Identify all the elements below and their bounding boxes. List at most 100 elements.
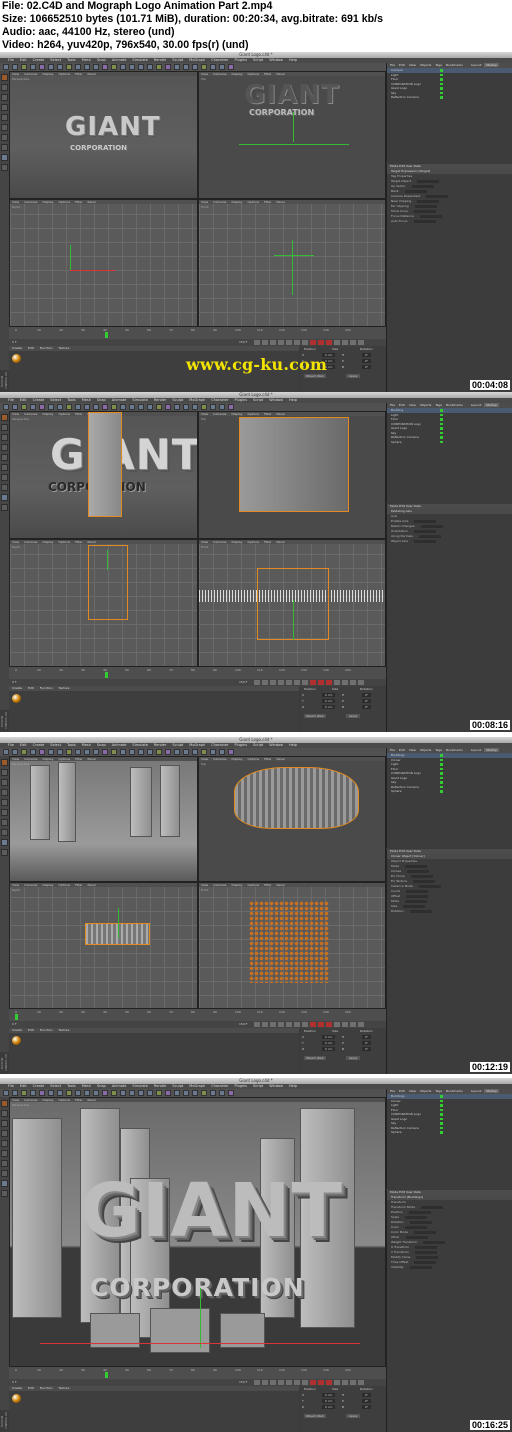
toolbar-tool-icon[interactable]: [57, 1090, 63, 1096]
visibility-check-icon[interactable]: [440, 1122, 443, 1125]
menu-item[interactable]: Plugins: [234, 743, 247, 747]
menu-item[interactable]: Snap: [97, 1084, 106, 1088]
viewport-menu-item[interactable]: Panel: [88, 200, 96, 204]
coord-field[interactable]: 0°: [362, 1405, 372, 1409]
mode-tool-icon[interactable]: [1, 74, 8, 81]
viewport-menu-item[interactable]: Panel: [277, 757, 285, 761]
menu-item[interactable]: Help: [289, 398, 297, 402]
menu-item[interactable]: Tools: [67, 743, 76, 747]
attribute-field[interactable]: [404, 1225, 427, 1229]
visibility-check-icon[interactable]: [440, 1117, 443, 1120]
toolbar-tool-icon[interactable]: [219, 1090, 225, 1096]
viewport-menu-item[interactable]: Display: [42, 1098, 53, 1102]
viewport-menu-item[interactable]: Cameras: [213, 757, 226, 761]
visibility-check-icon[interactable]: [440, 436, 443, 439]
toolbar-tool-icon[interactable]: [66, 64, 72, 70]
visibility-check-icon[interactable]: [440, 69, 443, 72]
object-menu-item[interactable]: View: [409, 1089, 416, 1093]
visibility-check-icon[interactable]: [440, 763, 443, 766]
coord-field[interactable]: 0 cm: [322, 1035, 336, 1039]
timeline-ruler[interactable]: 0 10 20 30 40 50 60 70 80 90 100 110 120 130 140 150: [9, 667, 386, 679]
menu-item[interactable]: Create: [33, 743, 45, 747]
viewport-menu-item[interactable]: View: [201, 757, 208, 761]
toolbar-tool-icon[interactable]: [102, 1090, 108, 1096]
menu-item[interactable]: Sculpt: [172, 58, 183, 62]
viewport-menu-item[interactable]: Display: [231, 540, 242, 544]
toolbar-tool-icon[interactable]: [174, 404, 180, 410]
visibility-check-icon[interactable]: [440, 1104, 443, 1107]
viewport-menu-item[interactable]: Cameras: [213, 540, 226, 544]
toolbar-tool-icon[interactable]: [3, 1090, 9, 1096]
playback-button-icon[interactable]: [286, 1380, 292, 1385]
playback-button-icon[interactable]: [286, 680, 292, 685]
menu-item[interactable]: Select: [50, 743, 61, 747]
toolbar-tool-icon[interactable]: [12, 64, 18, 70]
viewport-menu-item[interactable]: Options: [248, 412, 260, 416]
toolbar-tool-icon[interactable]: [138, 64, 144, 70]
mode-tool-icon[interactable]: [1, 444, 8, 451]
menu-item[interactable]: Mesh: [82, 398, 91, 402]
viewport-menu-item[interactable]: View: [12, 883, 19, 887]
toolbar-tool-icon[interactable]: [12, 749, 18, 755]
material-menu-item[interactable]: Texture: [59, 1386, 70, 1390]
toolbar-tool-icon[interactable]: [66, 749, 72, 755]
mode-tool-icon[interactable]: [1, 839, 8, 846]
toolbar-tool-icon[interactable]: [102, 749, 108, 755]
menu-item[interactable]: MoGraph: [189, 1084, 205, 1088]
object-menu-item[interactable]: File: [390, 63, 395, 67]
coord-field[interactable]: 0 cm: [322, 1405, 336, 1409]
attribute-field[interactable]: [405, 899, 428, 903]
viewport-menu-item[interactable]: Panel: [88, 757, 96, 761]
object-menu-item[interactable]: Edit: [399, 1089, 405, 1093]
camera-gizmo[interactable]: [292, 240, 293, 295]
toolbar-tool-icon[interactable]: [21, 64, 27, 70]
coord-mode-dropdown[interactable]: Object (Rel): [304, 1056, 326, 1060]
menu-item[interactable]: Simulate: [132, 398, 147, 402]
playhead[interactable]: [15, 1014, 18, 1020]
toolbar-tool-icon[interactable]: [147, 404, 153, 410]
viewport-menu-item[interactable]: View: [201, 883, 208, 887]
mode-tool-icon[interactable]: [1, 454, 8, 461]
menu-item[interactable]: Window: [269, 398, 283, 402]
object-menu-item[interactable]: Tags: [435, 63, 442, 67]
object-menu-item[interactable]: File: [390, 1089, 395, 1093]
viewport-menu-item[interactable]: Cameras: [24, 540, 37, 544]
attribute-field[interactable]: [415, 1245, 438, 1249]
menu-item[interactable]: File: [8, 398, 14, 402]
viewport-menu-item[interactable]: Cameras: [24, 200, 37, 204]
object-menu-item[interactable]: Bookmarks: [446, 403, 463, 407]
viewport-menu-item[interactable]: View: [201, 72, 208, 76]
viewport-menu-item[interactable]: Cameras: [24, 412, 37, 416]
timeline-ruler[interactable]: 0 10 20 30 40 50 60 70 80 90 100 110 120 130 140 150: [9, 1009, 386, 1021]
menu-item[interactable]: Edit: [20, 58, 27, 62]
selected-building[interactable]: [88, 412, 122, 517]
attribute-field[interactable]: [413, 879, 436, 883]
toolbar-tool-icon[interactable]: [39, 749, 45, 755]
material-menu-item[interactable]: Create: [12, 1028, 22, 1032]
attribute-field[interactable]: [413, 539, 436, 543]
end-frame-field[interactable]: 150 F: [239, 1022, 247, 1026]
attribute-field[interactable]: [405, 864, 428, 868]
layout-dropdown[interactable]: Startup: [483, 1089, 500, 1093]
toolbar-tool-icon[interactable]: [129, 404, 135, 410]
visibility-check-icon[interactable]: [440, 772, 443, 775]
toolbar-tool-icon[interactable]: [138, 1090, 144, 1096]
viewport-menu-item[interactable]: Options: [59, 757, 71, 761]
mode-tool-icon[interactable]: [1, 1120, 8, 1127]
end-frame-field[interactable]: 150 F: [239, 1380, 247, 1384]
coord-field[interactable]: 0 cm: [322, 1041, 336, 1045]
viewport-menu-item[interactable]: Display: [42, 883, 53, 887]
visibility-check-icon[interactable]: [440, 440, 443, 443]
toolbar-tool-icon[interactable]: [3, 64, 9, 70]
menu-item[interactable]: Select: [50, 58, 61, 62]
coord-mode-dropdown[interactable]: Object (Rel): [304, 374, 326, 378]
attribute-field[interactable]: [405, 1215, 428, 1219]
toolbar-tool-icon[interactable]: [147, 1090, 153, 1096]
attribute-field[interactable]: [419, 214, 442, 218]
toolbar-tool-icon[interactable]: [120, 749, 126, 755]
mode-tool-icon[interactable]: [1, 114, 8, 121]
mode-tool-icon[interactable]: [1, 829, 8, 836]
material-menu-item[interactable]: Texture: [59, 346, 70, 350]
object-list-item[interactable]: Sphere: [387, 1130, 512, 1135]
menu-item[interactable]: Render: [154, 1084, 166, 1088]
